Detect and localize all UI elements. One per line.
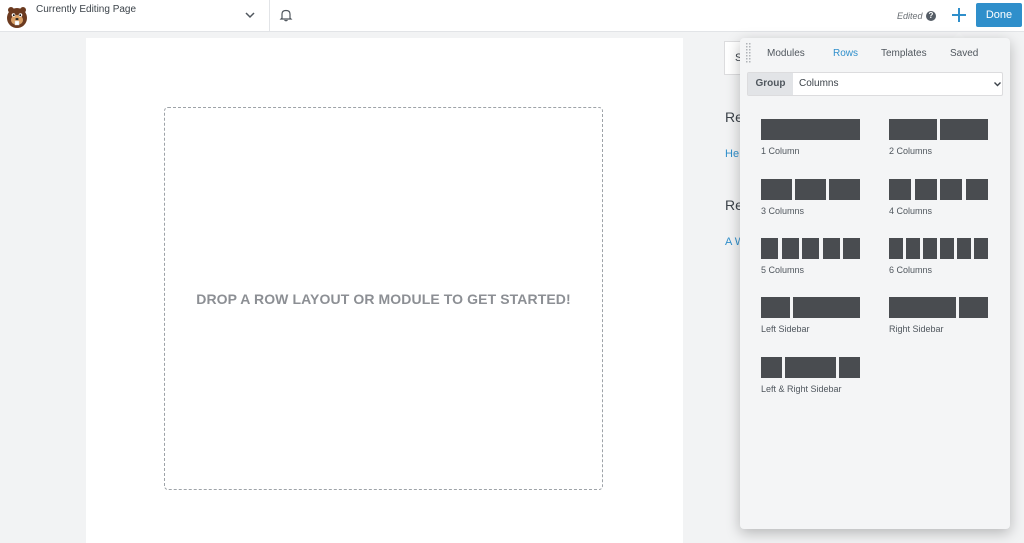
edited-status: Edited	[897, 11, 923, 21]
layout-preview	[761, 238, 860, 259]
layout-label: 5 Columns	[761, 265, 805, 275]
tab-templates[interactable]: Templates	[881, 48, 927, 59]
chevron-down-icon[interactable]	[244, 9, 256, 21]
topbar-divider	[269, 0, 270, 31]
layout-preview	[761, 297, 860, 318]
layout-preview	[889, 238, 988, 259]
tab-rows[interactable]: Rows	[833, 48, 858, 59]
layout-label: 4 Columns	[889, 206, 933, 216]
tab-modules[interactable]: Modules	[767, 48, 805, 59]
tab-saved[interactable]: Saved	[950, 48, 978, 59]
top-bar: Currently Editing Page Edited ? Done	[0, 0, 1024, 32]
layout-label: 3 Columns	[761, 206, 805, 216]
content-panel: Modules Rows Templates Saved Group Colum…	[740, 38, 1010, 529]
layout-preview	[889, 119, 988, 140]
layout-preview	[889, 297, 988, 318]
drop-zone[interactable]: DROP A ROW LAYOUT OR MODULE TO GET START…	[164, 107, 603, 490]
group-label: Group	[748, 73, 793, 95]
group-select-value[interactable]: Columns	[799, 73, 838, 95]
layout-label: 2 Columns	[889, 146, 933, 156]
help-icon[interactable]: ?	[926, 11, 936, 21]
page-canvas: DROP A ROW LAYOUT OR MODULE TO GET START…	[86, 38, 683, 543]
panel-tabs: Modules Rows Templates Saved	[740, 48, 1010, 64]
drop-zone-message: DROP A ROW LAYOUT OR MODULE TO GET START…	[196, 290, 571, 307]
layout-label: Left & Right Sidebar	[761, 384, 842, 394]
layout-label: 1 Column	[761, 146, 800, 156]
page-title[interactable]: Currently Editing Page	[36, 4, 136, 15]
bell-icon[interactable]	[279, 8, 293, 22]
layout-preview	[761, 357, 860, 378]
group-selector[interactable]: Group Columns	[747, 72, 1003, 96]
layout-preview	[761, 119, 860, 140]
sidebar-link-post[interactable]: He	[725, 148, 739, 160]
layout-label: Left Sidebar	[761, 324, 810, 334]
layout-preview	[761, 179, 860, 200]
layout-preview	[889, 179, 988, 200]
done-button[interactable]: Done	[976, 3, 1022, 27]
plus-icon[interactable]	[950, 6, 968, 24]
layout-label: 6 Columns	[889, 265, 933, 275]
select-chevron-icon[interactable]	[993, 80, 1002, 88]
beaver-logo-icon[interactable]	[4, 3, 30, 29]
layout-label: Right Sidebar	[889, 324, 944, 334]
